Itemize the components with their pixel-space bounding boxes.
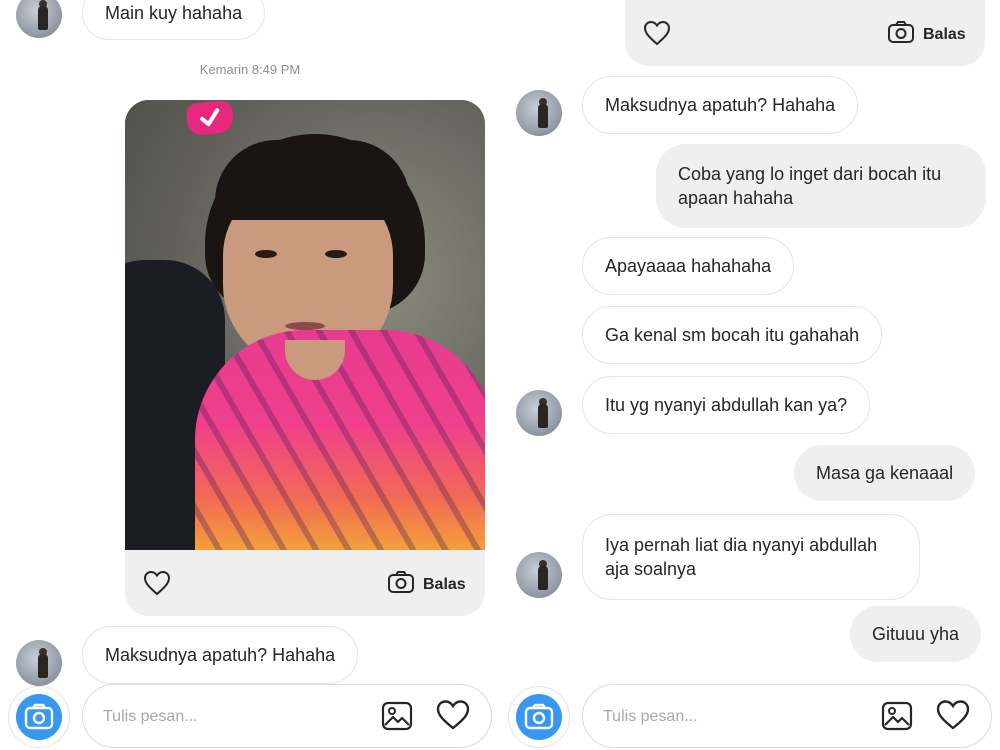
message-text: Maksudnya apatuh? Hahaha [105,645,336,665]
message-text: Apayaaaa hahahaha [605,256,772,276]
message-composer-row [0,680,500,750]
camera-outline-icon [887,20,915,49]
message-timestamp: Kemarin 8:49 PM [199,62,301,77]
gallery-icon[interactable] [881,700,913,737]
right-chat-pane: Balas Maksudnya apatuh? Hahaha Coba yang… [500,0,1000,750]
incoming-message[interactable]: Ga kenal sm bocah itu gahahah [582,306,883,364]
message-text: Main kuy hahaha [105,3,243,23]
camera-button[interactable] [508,686,570,748]
heart-icon[interactable] [143,570,171,601]
incoming-message[interactable]: Itu yg nyanyi abdullah kan ya? [582,376,871,434]
message-input-box[interactable] [582,684,992,748]
shared-photo[interactable] [125,100,485,550]
message-input-box[interactable] [82,684,492,748]
sender-avatar[interactable] [516,552,562,598]
sender-avatar[interactable] [516,390,562,436]
left-chat-pane: Main kuy hahaha Kemarin 8:49 PM Balas Ma… [0,0,500,750]
outgoing-message[interactable]: Coba yang lo inget dari bocah itu apaan … [656,144,986,228]
message-composer-row [500,680,1000,750]
message-text: Ga kenal sm bocah itu gahahah [605,325,860,345]
heart-icon[interactable] [435,699,471,736]
reply-label: Balas [423,575,466,593]
heart-icon[interactable] [643,20,671,51]
reply-button[interactable]: Balas [387,570,466,599]
message-text: Coba yang lo inget dari bocah itu apaan … [678,164,942,208]
reply-button[interactable]: Balas [887,20,966,49]
shared-post-card[interactable]: Balas [125,100,485,616]
post-actions: Balas [125,550,485,616]
gallery-icon[interactable] [381,700,413,737]
message-text: Itu yg nyanyi abdullah kan ya? [605,395,848,415]
heart-icon[interactable] [935,699,971,736]
sender-avatar[interactable] [16,0,62,38]
message-input[interactable] [103,705,363,729]
message-text: Iya pernah liat dia nyanyi abdullah aja … [605,535,878,579]
incoming-message[interactable]: Maksudnya apatuh? Hahaha [82,626,359,684]
incoming-message[interactable]: Apayaaaa hahahaha [582,237,795,295]
incoming-message[interactable]: Maksudnya apatuh? Hahaha [582,76,859,134]
incoming-message[interactable]: Iya pernah liat dia nyanyi abdullah aja … [582,514,920,600]
message-text: Maksudnya apatuh? Hahaha [605,95,836,115]
outgoing-message[interactable]: Masa ga kenaaal [794,445,976,501]
outgoing-message[interactable]: Gituuu yha [850,606,982,662]
message-input[interactable] [603,705,863,729]
message-text: Masa ga kenaaal [816,463,954,483]
sender-avatar[interactable] [516,90,562,136]
camera-button[interactable] [8,686,70,748]
incoming-message[interactable]: Main kuy hahaha [82,0,266,40]
camera-outline-icon [387,570,415,599]
reply-label: Balas [923,25,966,43]
shared-post-card[interactable]: Balas [625,0,985,66]
message-text: Gituuu yha [872,624,960,644]
